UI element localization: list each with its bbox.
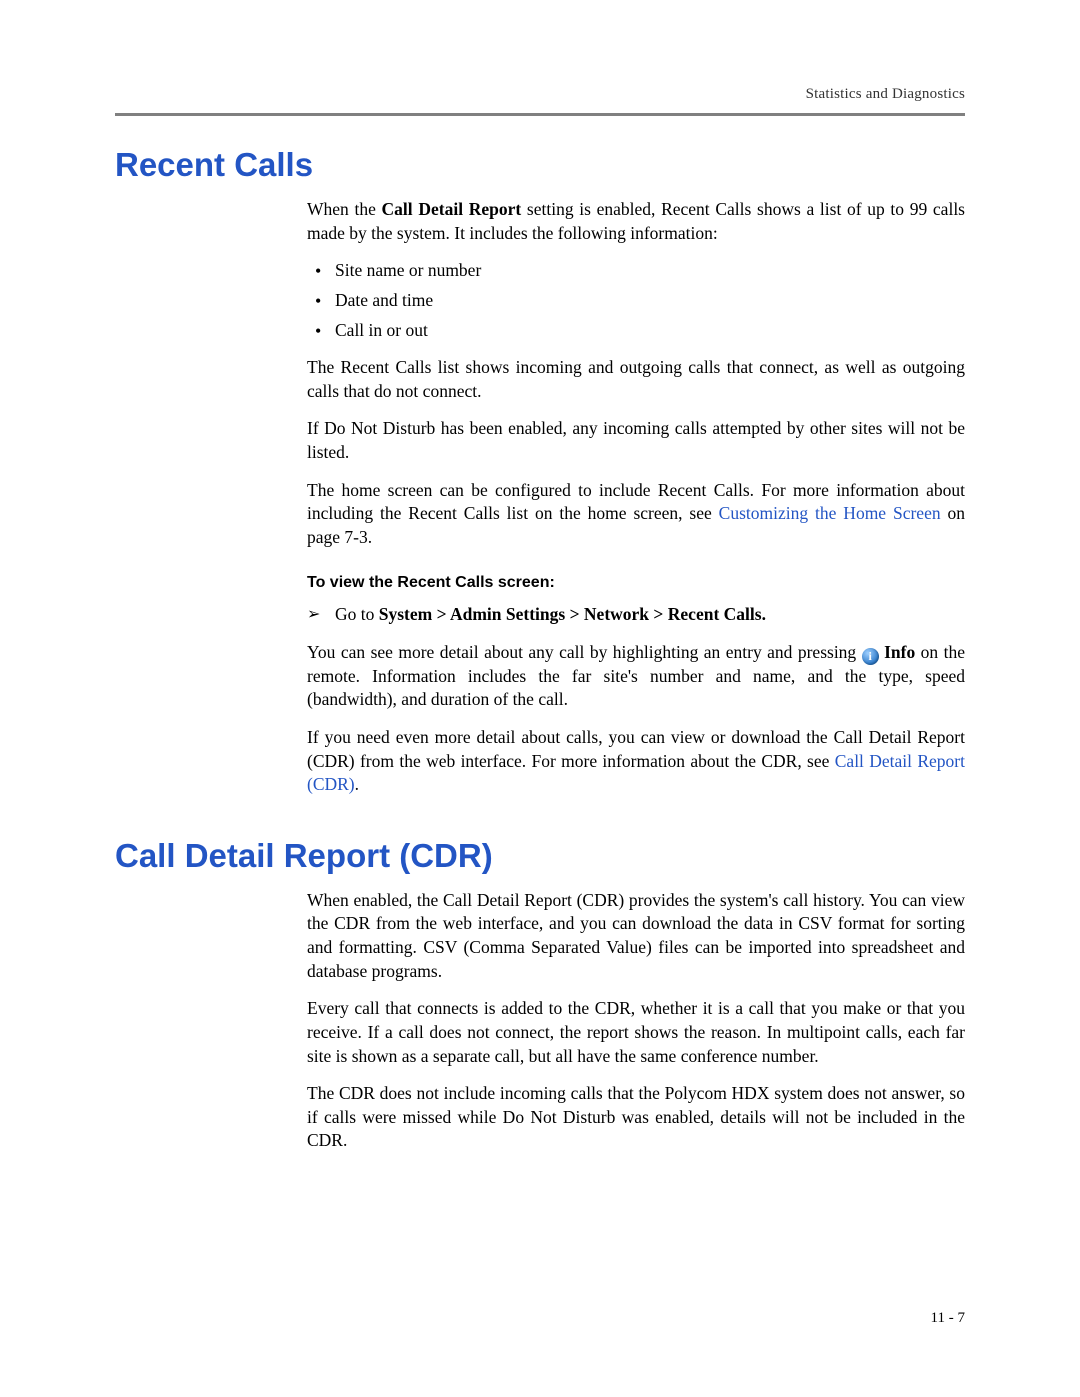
paragraph: The CDR does not include incoming calls … (307, 1082, 965, 1153)
paragraph: Every call that connects is added to the… (307, 997, 965, 1068)
paragraph: When enabled, the Call Detail Report (CD… (307, 889, 965, 984)
info-label: Info (879, 642, 916, 662)
paragraph: The home screen can be configured to inc… (307, 479, 965, 550)
list-item: Date and time (307, 289, 965, 313)
heading-cdr: Call Detail Report (CDR) (115, 837, 965, 875)
section1-body: When the Call Detail Report setting is e… (307, 198, 965, 797)
info-bullet-list: Site name or number Date and time Call i… (307, 259, 965, 342)
step-arrow-icon: ➢ (307, 604, 320, 626)
subheading-view-recent-calls: To view the Recent Calls screen: (307, 572, 965, 594)
text: . (355, 774, 359, 794)
heading-recent-calls: Recent Calls (115, 146, 965, 184)
text: When the (307, 199, 382, 219)
text: Go to (335, 604, 379, 624)
section2-body: When enabled, the Call Detail Report (CD… (307, 889, 965, 1153)
text: You can see more detail about any call b… (307, 642, 862, 662)
link-customizing-home-screen[interactable]: Customizing the Home Screen (719, 503, 941, 523)
bold-term: Call Detail Report (382, 199, 522, 219)
list-item: Site name or number (307, 259, 965, 283)
info-icon: i (862, 648, 879, 665)
intro-paragraph: When the Call Detail Report setting is e… (307, 198, 965, 245)
page-number: 11 - 7 (931, 1310, 965, 1327)
paragraph: If Do Not Disturb has been enabled, any … (307, 417, 965, 464)
running-head: Statistics and Diagnostics (115, 86, 965, 103)
paragraph: You can see more detail about any call b… (307, 641, 965, 712)
nav-path: System > Admin Settings > Network > Rece… (379, 604, 766, 624)
paragraph: If you need even more detail about calls… (307, 726, 965, 797)
page: Statistics and Diagnostics Recent Calls … (0, 0, 1080, 1397)
top-rule (115, 113, 965, 116)
list-item: Call in or out (307, 319, 965, 343)
paragraph: The Recent Calls list shows incoming and… (307, 356, 965, 403)
step-item: ➢ Go to System > Admin Settings > Networ… (307, 603, 965, 627)
